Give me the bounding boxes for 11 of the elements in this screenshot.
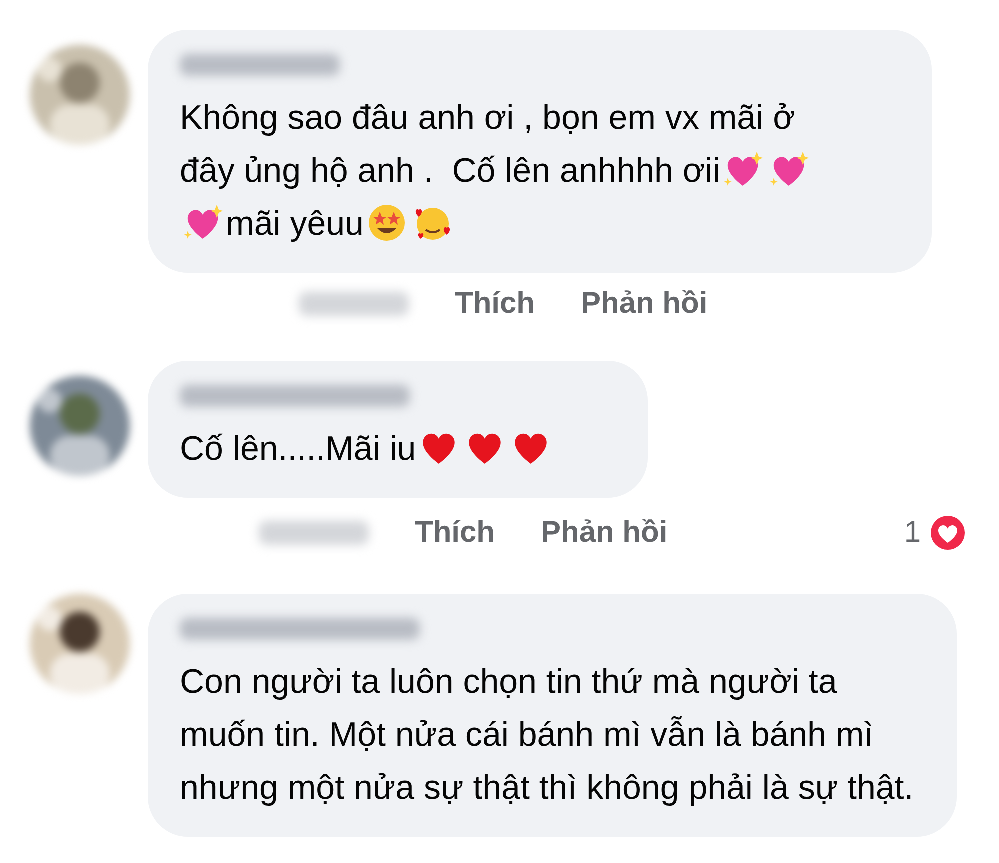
like-link[interactable]: Thích xyxy=(415,516,495,550)
reply-link[interactable]: Phản hồi xyxy=(541,516,668,550)
reply-link[interactable]: Phản hồi xyxy=(581,287,708,321)
comment-text: Không sao đâu anh ơi , bọn em vx mãi ở xyxy=(180,99,796,137)
comment-text: Con người ta luôn chọn tin thứ mà người ta muốn tin. Một nửa cái bánh mì vẫn là bánh mì nhưng một nửa sự thật thì không phải là sự thật. xyxy=(180,663,914,807)
like-link[interactable]: Thích xyxy=(455,287,535,321)
comment-text: đây ủng hộ anh . Cố lên anhhhh ơii xyxy=(180,152,720,190)
comment-text: mãi yêuu xyxy=(226,205,364,243)
comment-text: Cố lên.....Mãi iu xyxy=(180,430,416,468)
star-eyes-emoji-icon xyxy=(366,203,407,243)
reaction-count: 1 xyxy=(904,516,921,550)
